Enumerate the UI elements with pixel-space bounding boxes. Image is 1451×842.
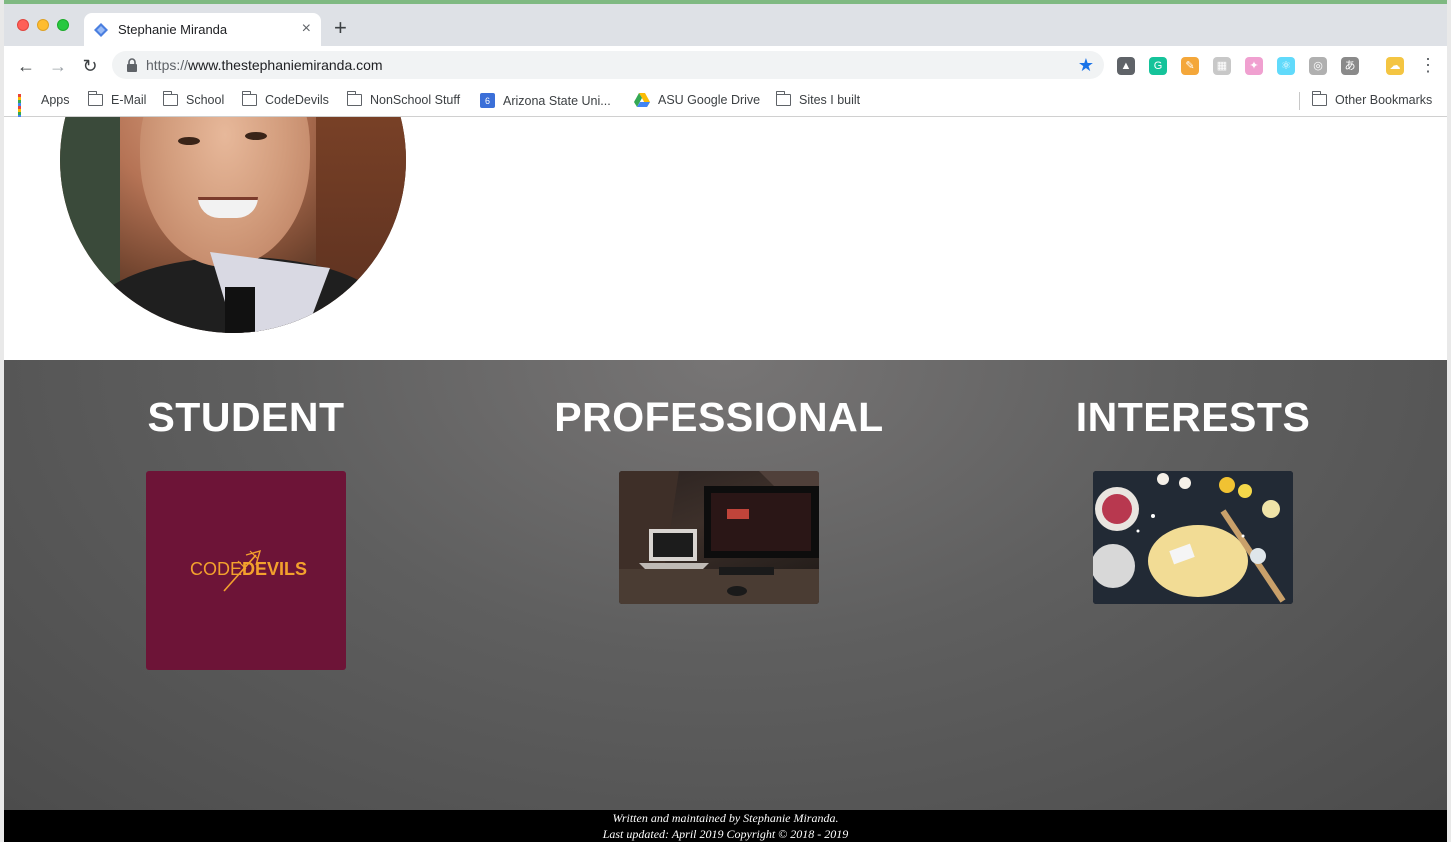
folder-icon — [346, 91, 362, 106]
interests-heading: INTERESTS — [1075, 394, 1311, 440]
interests-column: INTERESTS — [993, 360, 1393, 810]
hero-section — [8, 117, 1443, 356]
footer-line-1: Written and maintained by Stephanie Mira… — [612, 811, 839, 825]
bookmark-apps[interactable]: Apps — [18, 93, 70, 121]
forward-button[interactable]: → — [46, 54, 70, 78]
bookmark-label: NonSchool Stuff — [370, 93, 461, 107]
bookmark-label: Sites I built — [799, 93, 861, 107]
bookmark-asu-google-drive[interactable]: ASU Google Drive — [634, 93, 760, 107]
bookmark-star-icon[interactable]: ★ — [1078, 54, 1094, 76]
student-heading: STUDENT — [147, 394, 345, 440]
bookmark-school[interactable]: School — [162, 91, 225, 107]
close-window-button[interactable] — [17, 19, 29, 31]
tab-strip: Stephanie Miranda × + — [4, 4, 1447, 46]
bookmark-email[interactable]: E-Mail — [87, 91, 147, 107]
reload-button[interactable]: ↻ — [78, 54, 102, 78]
bookmark-arizona-state[interactable]: 6 Arizona State Uni... — [480, 93, 611, 108]
toolbar: ← → ↻ https://www.thestephaniemiranda.co… — [4, 46, 1447, 86]
footer-line-2: Last updated: April 2019 Copyright © 201… — [602, 827, 849, 841]
grammarly-extension-icon[interactable]: G — [1149, 57, 1167, 75]
logo-code-text: CODE — [190, 559, 243, 579]
zoom-window-button[interactable] — [57, 19, 69, 31]
bookmark-label: School — [186, 93, 225, 107]
apps-grid-icon — [18, 94, 33, 121]
google-drive-extension-icon[interactable]: ▲ — [1117, 57, 1135, 75]
cooking-photo-link[interactable] — [1093, 471, 1293, 604]
codedevils-logo: CODEDEVILS — [190, 559, 307, 580]
professional-heading: PROFESSIONAL — [554, 394, 884, 440]
desk-computer-photo — [619, 471, 819, 604]
logo-devils-text: DEVILS — [242, 559, 308, 579]
bookmark-label: E-Mail — [111, 93, 147, 107]
site-favicon-icon — [94, 23, 108, 37]
url-text[interactable]: https://www.thestephaniemiranda.com — [146, 57, 383, 73]
bookmarks-divider — [1299, 92, 1300, 110]
bookmark-label: Apps — [41, 93, 70, 107]
react-devtools-extension-icon[interactable]: ⚛ — [1277, 57, 1295, 75]
browser-menu-icon[interactable]: ⋮ — [1419, 55, 1437, 75]
sparkle-extension-icon[interactable]: ✦ — [1245, 57, 1263, 75]
weather-extension-icon[interactable]: ☁ — [1386, 57, 1404, 75]
folder-icon — [87, 91, 103, 106]
desk-computer-photo-link[interactable] — [619, 471, 819, 604]
folder-icon — [162, 91, 178, 106]
pencil-extension-icon[interactable]: ✎ — [1181, 57, 1199, 75]
bookmark-label: ASU Google Drive — [658, 93, 761, 107]
new-tab-button[interactable]: + — [334, 17, 347, 39]
bookmark-other-bookmarks[interactable]: Other Bookmarks — [1311, 91, 1433, 107]
url-host: www.thestephaniemiranda.com — [188, 57, 383, 73]
professional-column: PROFESSIONAL — [519, 360, 919, 810]
url-scheme: https:// — [146, 57, 189, 73]
categories-section: STUDENT CODEDEVILS PROFESSIONAL INTEREST… — [4, 360, 1447, 810]
bookmark-label: CodeDevils — [265, 93, 329, 107]
web-page: STUDENT CODEDEVILS PROFESSIONAL INTEREST… — [4, 117, 1447, 842]
bookmark-sites-i-built[interactable]: Sites I built — [775, 91, 861, 107]
codedevils-logo-link[interactable]: CODEDEVILS — [146, 471, 346, 670]
desktop-edge-right — [1447, 0, 1451, 842]
grid-extension-icon[interactable]: ▦ — [1213, 57, 1231, 75]
bookmark-codedevils[interactable]: CodeDevils — [241, 91, 329, 107]
folder-icon — [241, 91, 257, 106]
bookmark-label: Arizona State Uni... — [503, 93, 611, 108]
back-button[interactable]: ← — [14, 54, 38, 78]
calendar-icon: 6 — [480, 93, 495, 108]
lock-icon — [127, 58, 137, 72]
cooking-photo — [1093, 471, 1293, 604]
bookmark-nonschool-stuff[interactable]: NonSchool Stuff — [346, 91, 461, 107]
tab-title: Stephanie Miranda — [118, 22, 228, 37]
student-column: STUDENT CODEDEVILS — [46, 360, 446, 810]
browser-window: Stephanie Miranda × + ← → ↻ https://www.… — [4, 4, 1447, 842]
page-footer: Written and maintained by Stephanie Mira… — [4, 810, 1447, 842]
minimize-window-button[interactable] — [37, 19, 49, 31]
profile-photo — [60, 117, 406, 333]
tab-stephanie-miranda[interactable]: Stephanie Miranda × — [84, 13, 321, 46]
address-bar[interactable]: https://www.thestephaniemiranda.com ★ — [112, 51, 1104, 79]
folder-icon — [1311, 91, 1327, 106]
bookmarks-bar: Apps E-Mail School CodeDevils NonSchool … — [4, 86, 1447, 121]
google-drive-icon — [634, 93, 650, 107]
circle-extension-icon[interactable]: ◎ — [1309, 57, 1327, 75]
close-tab-icon[interactable]: × — [302, 20, 311, 38]
translate-extension-icon[interactable]: あ — [1341, 57, 1359, 75]
folder-icon — [775, 91, 791, 106]
bookmark-label: Other Bookmarks — [1335, 93, 1433, 107]
